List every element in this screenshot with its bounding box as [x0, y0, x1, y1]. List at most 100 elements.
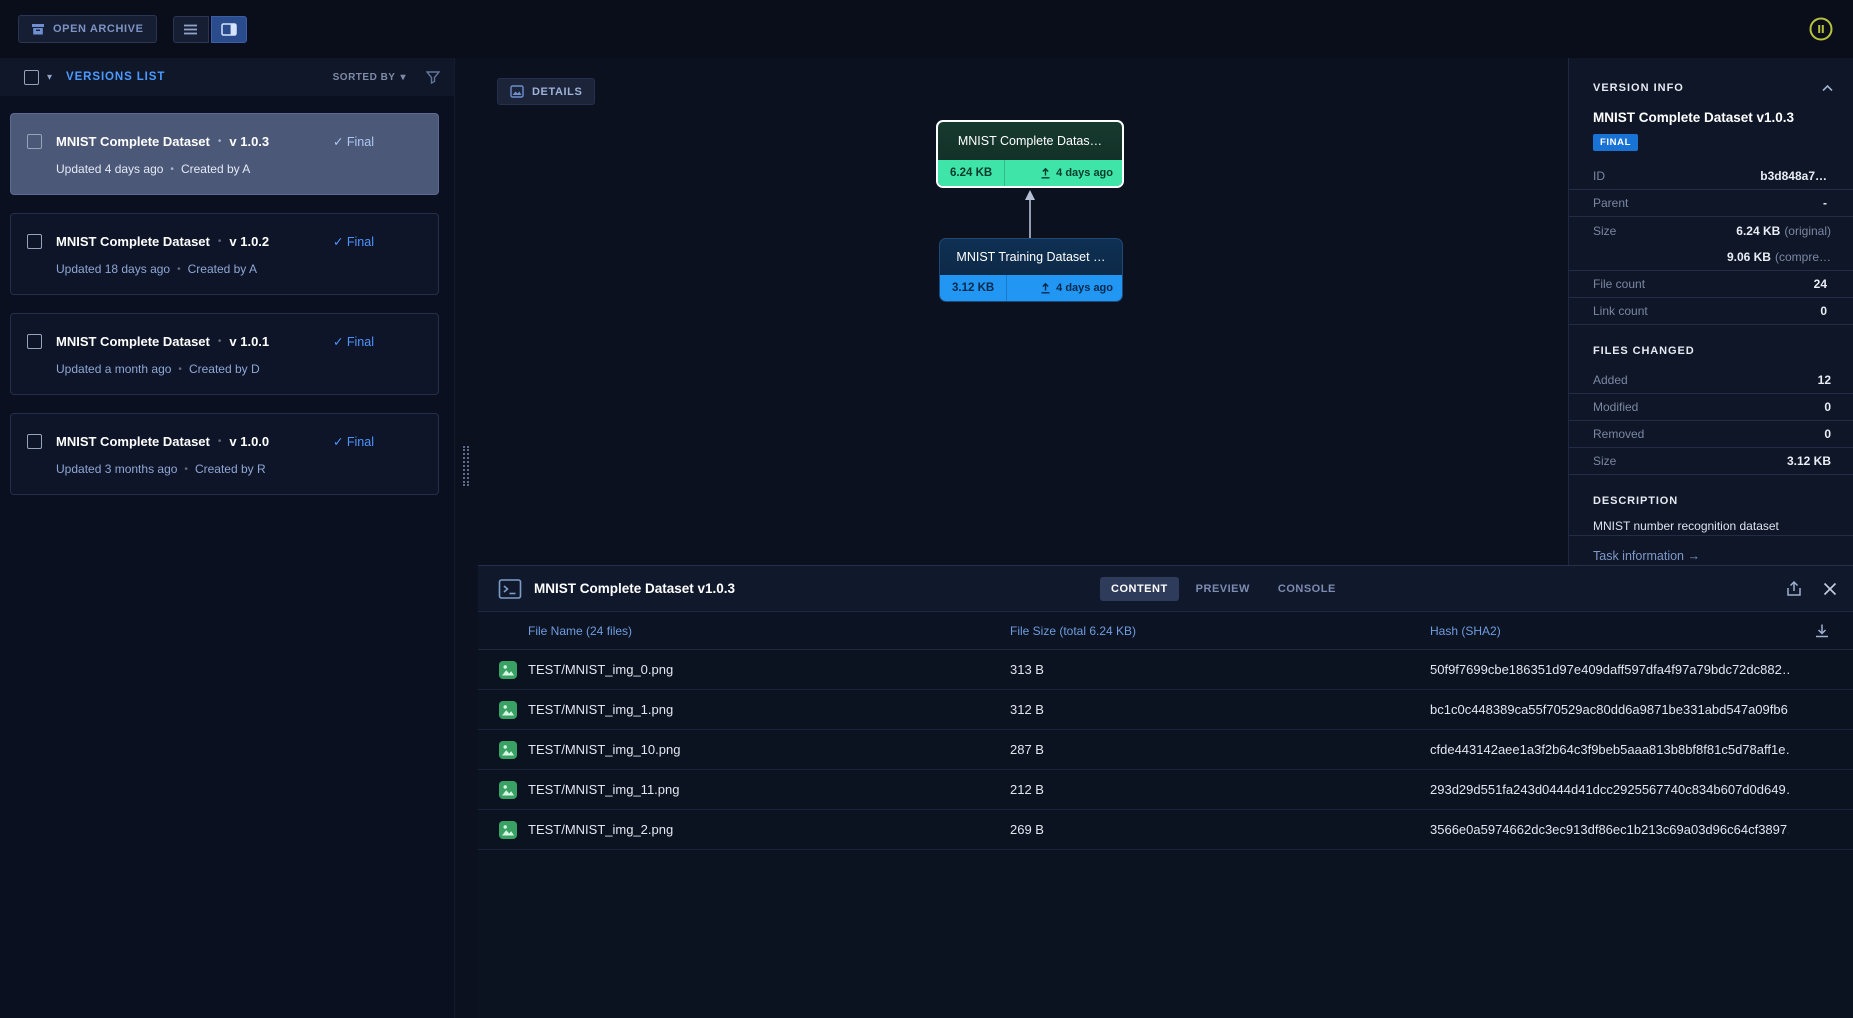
version-info-fields: ID b3d848a7… Parent - Size 6.24 KB: [1569, 163, 1853, 325]
dot-separator: •: [218, 436, 222, 447]
sorted-by-dropdown[interactable]: SORTED BY ▾: [333, 72, 406, 83]
details-button[interactable]: DETAILS: [497, 78, 595, 105]
list-view-button[interactable]: [173, 16, 209, 43]
file-name: TEST/MNIST_img_0.png: [528, 662, 673, 677]
version-checkbox[interactable]: [27, 234, 42, 249]
info-value: -: [1823, 196, 1831, 210]
dot-separator: •: [178, 364, 182, 375]
version-checkbox[interactable]: [27, 434, 42, 449]
files-changed-header: FILES CHANGED: [1569, 325, 1853, 367]
panel-splitter[interactable]: [455, 58, 478, 1018]
drag-handle-icon: [463, 446, 469, 486]
created-text: Created by A: [181, 162, 250, 176]
updated-text: Updated a month ago: [56, 362, 171, 376]
info-value: 0: [1820, 304, 1831, 318]
info-value: 9.06 KB(compre…: [1727, 250, 1831, 264]
version-checkbox[interactable]: [27, 134, 42, 149]
info-label: File count: [1593, 277, 1645, 291]
list-view-icon: [183, 23, 198, 36]
info-label: Parent: [1593, 196, 1628, 210]
file-row[interactable]: TEST/MNIST_img_11.png 212 B 293d29d551fa…: [478, 770, 1853, 810]
file-hash: cfde443142aee1a3f2b64c3f9beb5aaa813b8bf8…: [1430, 742, 1789, 757]
created-text: Created by R: [195, 462, 266, 476]
info-row: Modified 0: [1569, 394, 1853, 421]
version-meta: Updated 3 months ago • Created by R: [56, 462, 422, 476]
file-size: 312 B: [1010, 702, 1430, 717]
version-card[interactable]: MNIST Complete Dataset • v 1.0.2 ✓ Final…: [10, 213, 439, 295]
dot-separator: •: [177, 264, 181, 275]
node-footer: 6.24 KB 4 days ago: [938, 160, 1122, 186]
content-panel-header: MNIST Complete Dataset v1.0.3 CONTENT PR…: [478, 566, 1853, 612]
file-name-cell: TEST/MNIST_img_10.png: [498, 740, 1010, 760]
final-status: ✓ Final: [333, 234, 374, 249]
info-row: Link count 0: [1569, 298, 1853, 325]
info-value: 12: [1818, 373, 1831, 387]
graph-node-complete-dataset[interactable]: MNIST Complete Datas… 6.24 KB 4 days ago: [936, 120, 1124, 188]
node-time: 4 days ago: [1006, 275, 1122, 301]
select-all-caret-icon[interactable]: ▾: [47, 72, 52, 83]
select-all-checkbox[interactable]: [24, 70, 39, 85]
versions-list-title: VERSIONS LIST: [66, 71, 165, 83]
file-name: TEST/MNIST_img_2.png: [528, 822, 673, 837]
version-card[interactable]: MNIST Complete Dataset • v 1.0.1 ✓ Final…: [10, 313, 439, 395]
content-tabs: CONTENT PREVIEW CONSOLE: [1100, 566, 1347, 611]
version-info-panel: VERSION INFO MNIST Complete Dataset v1.0…: [1568, 58, 1853, 565]
version-card[interactable]: MNIST Complete Dataset • v 1.0.0 ✓ Final…: [10, 413, 439, 495]
dot-separator: •: [218, 236, 222, 247]
info-row: Size 6.24 KB(original): [1569, 217, 1853, 244]
version-number: v 1.0.2: [229, 234, 269, 249]
open-archive-button[interactable]: OPEN ARCHIVE: [18, 15, 157, 43]
file-name-cell: TEST/MNIST_img_0.png: [498, 660, 1010, 680]
version-name: MNIST Complete Dataset: [56, 434, 210, 449]
file-size: 269 B: [1010, 822, 1430, 837]
sort-caret-icon: ▾: [400, 72, 406, 83]
version-meta: Updated a month ago • Created by D: [56, 362, 422, 376]
file-name: TEST/MNIST_img_11.png: [528, 782, 679, 797]
file-row[interactable]: TEST/MNIST_img_0.png 313 B 50f9f7699cbe1…: [478, 650, 1853, 690]
info-label: Size: [1593, 454, 1616, 468]
version-name: MNIST Complete Dataset: [56, 134, 210, 149]
file-hash: 50f9f7699cbe186351d97e409daff597dfa4f97a…: [1430, 662, 1789, 677]
tab[interactable]: CONTENT: [1100, 577, 1179, 601]
tab[interactable]: PREVIEW: [1185, 577, 1261, 601]
version-card[interactable]: MNIST Complete Dataset • v 1.0.3 ✓ Final…: [10, 113, 439, 195]
file-row[interactable]: TEST/MNIST_img_1.png 312 B bc1c0c448389c…: [478, 690, 1853, 730]
file-row[interactable]: TEST/MNIST_img_10.png 287 B cfde443142ae…: [478, 730, 1853, 770]
versions-list-header: ▾ VERSIONS LIST SORTED BY ▾: [0, 58, 454, 96]
open-archive-label: OPEN ARCHIVE: [53, 23, 144, 35]
files-changed-fields: Added 12 Modified 0 Removed 0: [1569, 367, 1853, 475]
terminal-icon: [498, 578, 522, 600]
node-time: 4 days ago: [1004, 160, 1122, 186]
node-size: 3.12 KB: [940, 275, 1006, 301]
version-number: v 1.0.1: [229, 334, 269, 349]
app-window: OPEN ARCHIVE: [0, 0, 1853, 1018]
file-size: 212 B: [1010, 782, 1430, 797]
created-text: Created by A: [188, 262, 257, 276]
collapse-chevron-icon[interactable]: [1822, 85, 1833, 92]
updated-text: Updated 3 months ago: [56, 462, 177, 476]
download-icon[interactable]: [1813, 622, 1831, 640]
export-panel-icon[interactable]: [1785, 580, 1803, 598]
info-label: ID: [1593, 169, 1605, 183]
info-value: b3d848a7…: [1760, 169, 1831, 183]
versions-panel: ▾ VERSIONS LIST SORTED BY ▾ MNIST Compl: [0, 58, 455, 1018]
split-view-button[interactable]: [211, 16, 247, 43]
info-label: Link count: [1593, 304, 1648, 318]
file-table-header: File Name (24 files) File Size (total 6.…: [478, 612, 1853, 650]
graph-node-training-dataset[interactable]: MNIST Training Dataset … 3.12 KB 4 days …: [939, 238, 1123, 302]
close-panel-icon[interactable]: [1823, 582, 1837, 596]
workers-paused-icon[interactable]: [1807, 15, 1835, 43]
task-information-link[interactable]: Task information →: [1569, 535, 1853, 565]
tab[interactable]: CONSOLE: [1267, 577, 1347, 601]
info-row: Removed 0: [1569, 421, 1853, 448]
upload-icon: [1040, 282, 1051, 294]
info-row: File count 24: [1569, 271, 1853, 298]
node-footer: 3.12 KB 4 days ago: [940, 275, 1122, 301]
image-slides-icon: [510, 85, 524, 98]
filter-icon[interactable]: [426, 71, 440, 84]
column-hash: Hash (SHA2): [1430, 624, 1789, 638]
version-checkbox[interactable]: [27, 334, 42, 349]
file-hash: 3566e0a5974662dc3ec913df86ec1b213c69a03d…: [1430, 822, 1789, 837]
file-row[interactable]: TEST/MNIST_img_2.png 269 B 3566e0a597466…: [478, 810, 1853, 850]
version-name: MNIST Complete Dataset: [56, 234, 210, 249]
